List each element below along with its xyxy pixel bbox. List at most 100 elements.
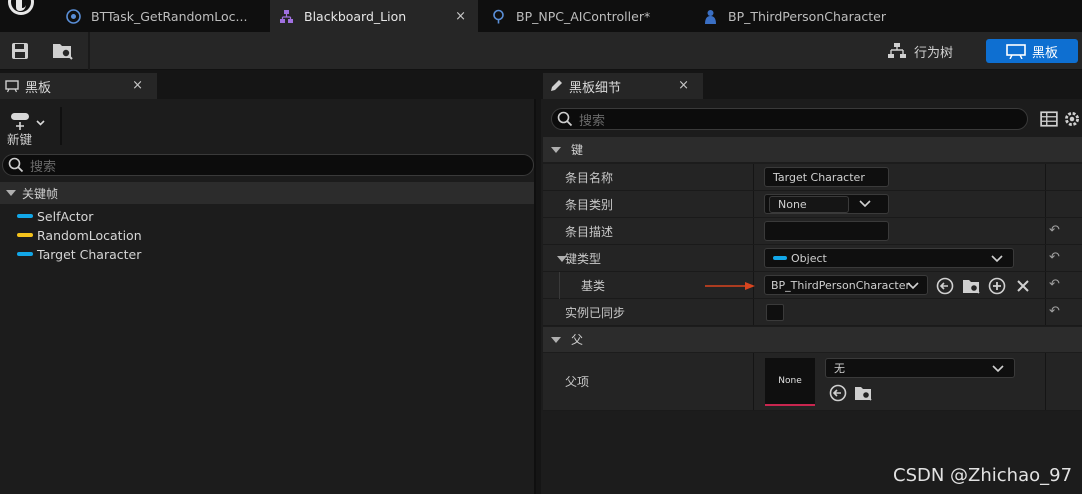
browse-asset-icon[interactable] <box>52 41 74 61</box>
tab-npc-aicontroller[interactable]: BP_NPC_AIController* <box>482 0 692 32</box>
save-icon[interactable] <box>9 41 31 61</box>
search-placeholder: 搜索 <box>579 113 606 129</box>
list-item[interactable]: Target Character <box>17 245 141 263</box>
blackboard-icon <box>5 79 19 92</box>
tab-label: BP_ThirdPersonCharacter <box>728 8 886 24</box>
column-divider <box>1045 191 1046 217</box>
behavior-tree-mode-button[interactable]: 行为树 <box>888 40 953 62</box>
close-icon[interactable]: × <box>132 78 143 93</box>
pencil-icon <box>551 80 562 91</box>
divider <box>60 107 62 145</box>
key-type-color <box>773 256 787 260</box>
chevron-down-icon <box>551 336 561 343</box>
base-class-combo[interactable]: BP_ThirdPersonCharacter <box>764 275 928 295</box>
entry-name-field[interactable]: Target Character <box>764 167 889 187</box>
blackboard-panel-tab[interactable]: 黑板 × <box>0 73 157 99</box>
panel-title: 黑板细节 <box>569 80 622 96</box>
watermark: CSDN @Zhichao_97 <box>893 465 1073 486</box>
entry-category-row: 条目类别 None <box>543 191 1082 218</box>
column-divider <box>753 218 754 244</box>
reset-to-default-icon[interactable]: ↶ <box>1049 251 1063 265</box>
blackboard-icon <box>1006 43 1026 59</box>
blackboard-details-tab[interactable]: 黑板细节 × <box>543 73 703 99</box>
reset-to-default-icon[interactable]: ↶ <box>1049 278 1063 292</box>
entry-name-label: 条目名称 <box>565 170 614 185</box>
column-divider <box>753 353 754 410</box>
column-divider <box>1045 245 1046 271</box>
browse-asset-icon[interactable] <box>854 384 872 402</box>
reset-to-default-icon[interactable]: ↶ <box>1049 305 1063 319</box>
gear-icon[interactable] <box>1063 110 1081 128</box>
entry-name-row: 条目名称 Target Character <box>543 164 1082 191</box>
parent-asset-thumbnail[interactable]: None <box>765 358 815 406</box>
key-type-value: Object <box>791 251 827 265</box>
blackboard-asset-icon <box>278 8 294 24</box>
column-divider <box>1045 353 1046 410</box>
details-search-input[interactable]: 搜索 <box>551 108 1028 130</box>
chevron-down-icon <box>907 282 919 290</box>
entry-category-combo[interactable]: None <box>764 194 889 214</box>
tab-bttask[interactable]: BTTask_GetRandomLoc... <box>52 0 268 32</box>
details-panel: 搜索 键 条目名称 Target Character 条目类别 None 条目描… <box>541 99 1082 494</box>
key-type-combo[interactable]: Object <box>764 248 1014 268</box>
section-title: 关键帧 <box>22 186 59 201</box>
reset-to-default-icon[interactable]: ↶ <box>1049 224 1063 238</box>
behavior-tree-label: 行为树 <box>914 45 954 61</box>
key-section-header[interactable]: 键 <box>543 137 1082 162</box>
tab-blackboard-lion[interactable]: Blackboard_Lion × <box>270 0 478 32</box>
column-divider <box>753 164 754 190</box>
entry-description-label: 条目描述 <box>565 224 614 239</box>
chevron-down-icon <box>551 146 561 153</box>
entry-category-label: 条目类别 <box>565 197 614 212</box>
ai-controller-icon <box>490 8 506 24</box>
tab-third-person-character[interactable]: BP_ThirdPersonCharacter <box>694 0 924 32</box>
instance-synced-row: 实例已同步 ↶ <box>543 299 1082 326</box>
use-selected-icon[interactable] <box>829 384 847 402</box>
new-key-button[interactable]: 新键 <box>6 111 56 147</box>
use-selected-icon[interactable] <box>936 277 954 295</box>
unreal-logo-icon[interactable] <box>4 0 38 22</box>
parent-value: 无 <box>834 362 845 375</box>
key-search-input[interactable]: 搜索 <box>2 154 534 176</box>
column-divider <box>753 299 754 325</box>
thumbnail-label: None <box>778 376 802 386</box>
toolbar-divider <box>88 32 90 70</box>
close-icon[interactable]: × <box>455 9 466 24</box>
entry-description-field[interactable] <box>764 221 889 241</box>
entry-category-value: None <box>769 195 849 213</box>
panel-title: 黑板 <box>25 80 52 96</box>
add-icon[interactable] <box>988 277 1006 295</box>
indent-guide <box>559 272 560 299</box>
close-icon[interactable]: × <box>678 78 689 93</box>
key-name: Target Character <box>37 246 142 262</box>
column-divider <box>753 191 754 217</box>
parent-combo[interactable]: 无 <box>825 358 1015 378</box>
toolbar: 行为树 黑板 <box>0 32 1082 70</box>
key-type-color <box>17 214 33 218</box>
parent-section-header[interactable]: 父 <box>543 327 1082 352</box>
key-type-label: 键类型 <box>565 251 602 266</box>
list-item[interactable]: SelfActor <box>17 207 93 225</box>
chevron-down-icon <box>859 200 871 208</box>
section-title: 键 <box>571 143 584 157</box>
tab-label: Blackboard_Lion <box>304 8 407 24</box>
blackboard-mode-button[interactable]: 黑板 <box>986 39 1078 63</box>
tab-label: BTTask_GetRandomLoc... <box>91 8 248 24</box>
entry-description-row: 条目描述 ↶ <box>543 218 1082 245</box>
chevron-down-icon <box>6 190 16 196</box>
column-divider <box>1045 299 1046 325</box>
clear-icon[interactable] <box>1014 277 1032 295</box>
column-divider <box>1045 272 1046 298</box>
behavior-tree-icon <box>888 43 906 58</box>
section-title: 父 <box>571 333 584 347</box>
base-class-label: 基类 <box>581 278 606 293</box>
search-icon <box>8 157 24 173</box>
key-type-color <box>17 233 33 237</box>
browse-asset-icon[interactable] <box>962 277 980 295</box>
table-view-icon[interactable] <box>1040 110 1058 128</box>
keys-section-header[interactable]: 关键帧 <box>0 182 534 204</box>
instance-synced-checkbox[interactable] <box>766 304 784 321</box>
column-divider <box>753 245 754 271</box>
tab-label: BP_NPC_AIController* <box>516 8 651 24</box>
list-item[interactable]: RandomLocation <box>17 226 142 244</box>
